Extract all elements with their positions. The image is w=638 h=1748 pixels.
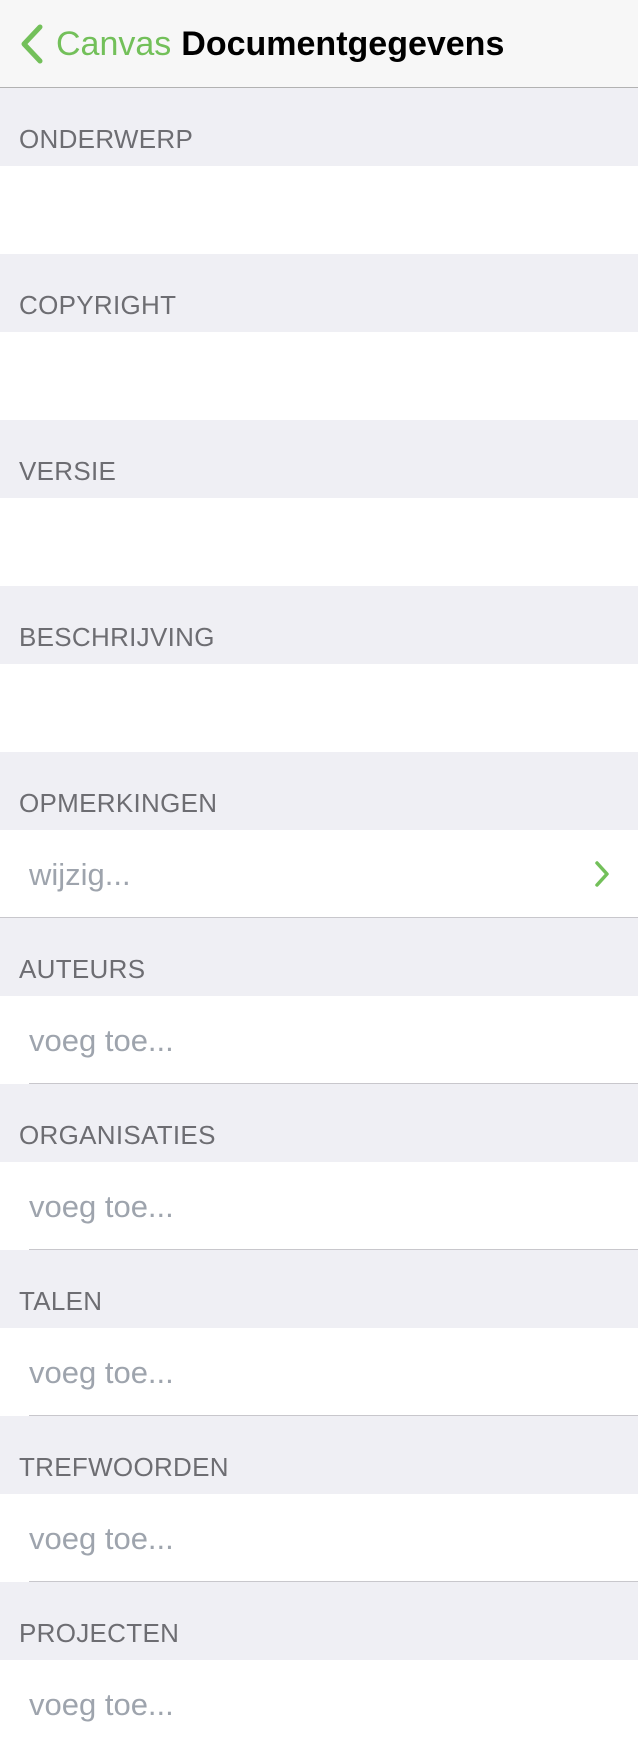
versie-field[interactable]: [0, 498, 638, 586]
add-organisatie-row[interactable]: voeg toe...: [0, 1162, 638, 1250]
page-title: Documentgegevens: [181, 24, 505, 63]
add-auteur-placeholder: voeg toe...: [29, 1022, 174, 1058]
add-project-placeholder: voeg toe...: [29, 1686, 174, 1722]
chevron-right-icon: [595, 861, 609, 887]
section-header-versie: VERSIE: [0, 420, 638, 498]
section-header-label: ONDERWERP: [19, 124, 194, 154]
section-header-label: TALEN: [19, 1286, 103, 1316]
section-header-label: TREFWOORDEN: [19, 1452, 229, 1482]
add-project-row[interactable]: voeg toe...: [0, 1660, 638, 1748]
copyright-field[interactable]: [0, 332, 638, 420]
onderwerp-field[interactable]: [0, 166, 638, 254]
section-header-copyright: COPYRIGHT: [0, 254, 638, 332]
add-taal-row[interactable]: voeg toe...: [0, 1328, 638, 1416]
section-header-auteurs: AUTEURS: [0, 918, 638, 996]
section-header-label: COPYRIGHT: [19, 290, 177, 320]
section-header-label: ORGANISATIES: [19, 1120, 216, 1150]
section-header-label: VERSIE: [19, 456, 117, 486]
section-header-label: AUTEURS: [19, 954, 146, 984]
section-header-label: OPMERKINGEN: [19, 788, 218, 818]
back-button-label: Canvas: [56, 24, 172, 63]
document-info-screen: Canvas Documentgegevens ONDERWERP COPYRI…: [0, 0, 638, 1748]
opmerkingen-row[interactable]: wijzig...: [0, 830, 638, 918]
section-header-organisaties: ORGANISATIES: [0, 1084, 638, 1162]
back-button[interactable]: Canvas: [0, 0, 171, 87]
opmerkingen-placeholder: wijzig...: [29, 856, 131, 892]
section-header-onderwerp: ONDERWERP: [0, 88, 638, 166]
navigation-bar: Canvas Documentgegevens: [0, 0, 638, 88]
section-header-talen: TALEN: [0, 1250, 638, 1328]
add-trefwoord-row[interactable]: voeg toe...: [0, 1494, 638, 1582]
section-header-label: PROJECTEN: [19, 1618, 180, 1648]
section-header-label: BESCHRIJVING: [19, 622, 215, 652]
section-header-trefwoorden: TREFWOORDEN: [0, 1416, 638, 1494]
add-organisatie-placeholder: voeg toe...: [29, 1188, 174, 1224]
chevron-left-icon: [21, 24, 43, 63]
section-header-opmerkingen: OPMERKINGEN: [0, 752, 638, 830]
add-taal-placeholder: voeg toe...: [29, 1354, 174, 1390]
add-auteur-row[interactable]: voeg toe...: [0, 996, 638, 1084]
section-header-beschrijving: BESCHRIJVING: [0, 586, 638, 664]
section-header-projecten: PROJECTEN: [0, 1582, 638, 1660]
beschrijving-field[interactable]: [0, 664, 638, 752]
add-trefwoord-placeholder: voeg toe...: [29, 1520, 174, 1556]
